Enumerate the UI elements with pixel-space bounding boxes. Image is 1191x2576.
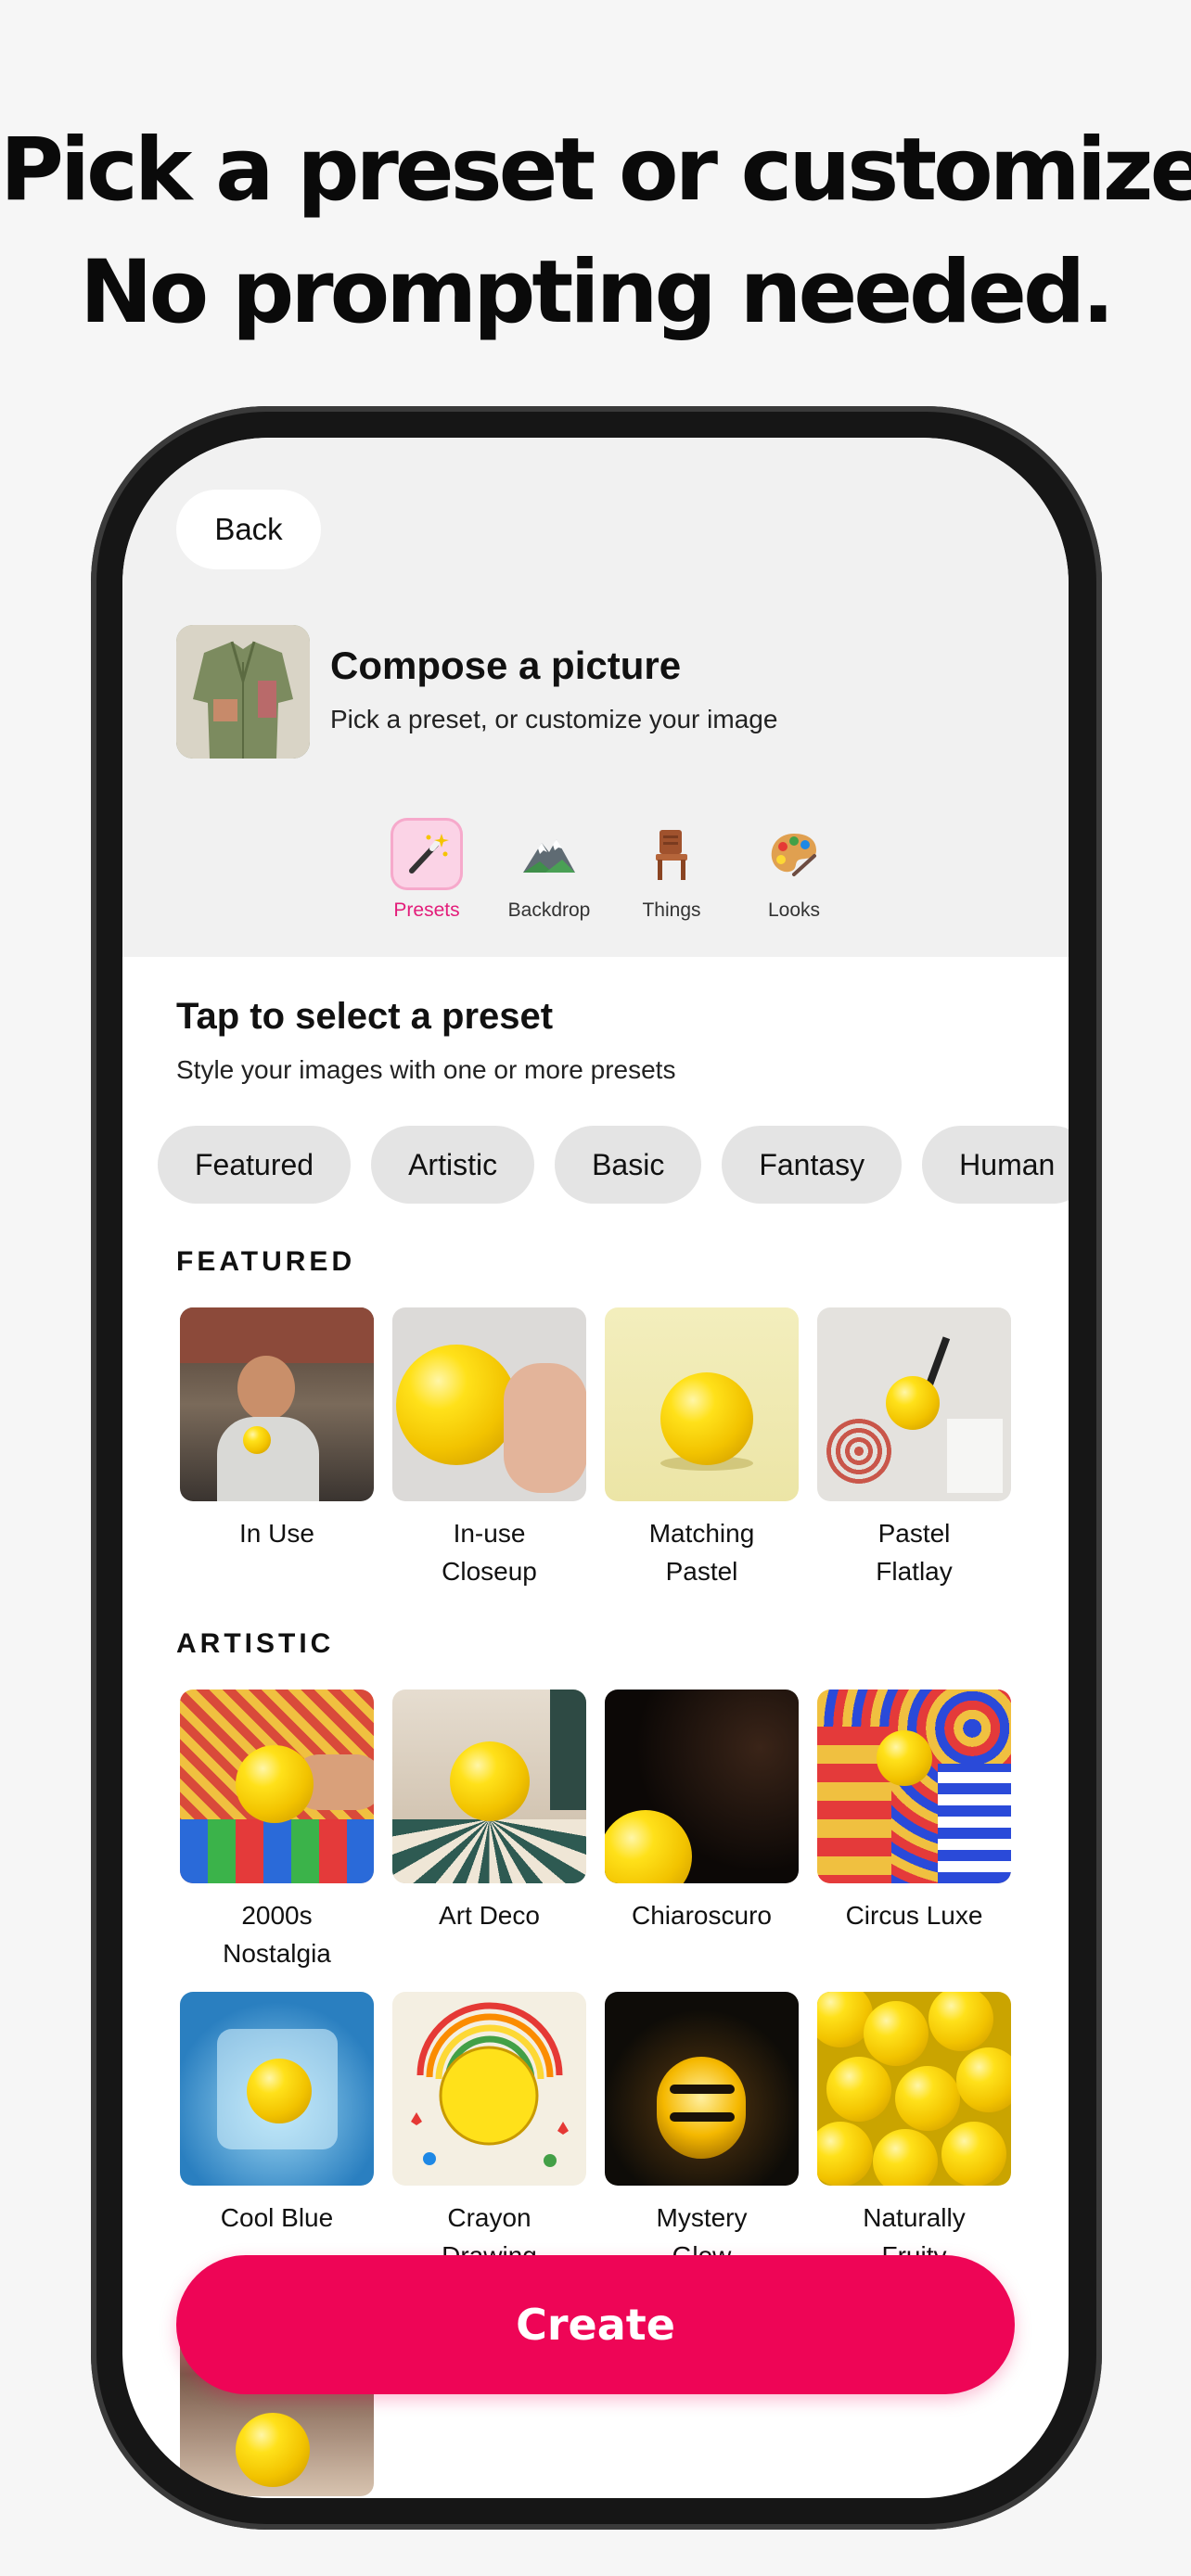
preset-mystery-glow[interactable]: Mystery Glow (605, 1992, 799, 2275)
category-chips: Featured Artistic Basic Fantasy Human (158, 1126, 1069, 1204)
mountain-icon (513, 818, 585, 890)
featured-label: FEATURED (176, 1246, 356, 1277)
preset-thumbnail (605, 1992, 799, 2186)
preset-cool-blue[interactable]: Cool Blue (180, 1992, 374, 2275)
preset-chiaroscuro[interactable]: Chiaroscuro (605, 1690, 799, 1972)
preset-pastel-flatlay[interactable]: Pastel Flatlay (817, 1307, 1011, 1590)
preset-caption: 2000s Nostalgia (223, 1901, 331, 1968)
preset-thumbnail (180, 1690, 374, 1883)
preset-art-deco[interactable]: Art Deco (392, 1690, 586, 1972)
tab-looks-label: Looks (767, 899, 821, 921)
tab-looks[interactable]: Looks (733, 818, 855, 929)
back-button[interactable]: Back (176, 490, 321, 569)
tab-backdrop-label: Backdrop (507, 899, 591, 921)
preset-caption: Circus Luxe (845, 1901, 983, 1930)
section-subtitle: Style your images with one or more prese… (176, 1055, 676, 1084)
headline-line-1: Pick a preset or customize. (0, 120, 1191, 221)
preset-caption: Matching Pastel (648, 1519, 755, 1586)
tab-backdrop[interactable]: Backdrop (488, 818, 610, 929)
app-screen: Back Compose a picture Pick a preset, or… (122, 438, 1069, 2498)
preset-caption: Cool Blue (220, 2203, 334, 2232)
chip-featured[interactable]: Featured (158, 1126, 352, 1204)
preset-caption: Pastel Flatlay (876, 1519, 953, 1586)
palette-icon (758, 818, 830, 890)
featured-grid: In Use In-use Closeup Matching Pastel Pa… (180, 1307, 1011, 1590)
artistic-grid-row-1: 2000s Nostalgia Art Deco Chiaroscuro Cir… (180, 1690, 1011, 1972)
preset-thumbnail (605, 1307, 799, 1501)
preset-caption: In-use Closeup (442, 1519, 537, 1586)
preset-crayon-drawing[interactable]: Crayon Drawing (392, 1992, 586, 2275)
chip-basic[interactable]: Basic (555, 1126, 702, 1204)
preset-caption: Chiaroscuro (632, 1901, 772, 1930)
preset-thumbnail (180, 1992, 374, 2186)
preset-thumbnail (817, 1992, 1011, 2186)
preset-circus-luxe[interactable]: Circus Luxe (817, 1690, 1011, 1972)
magic-wand-icon (391, 818, 463, 890)
product-thumbnail (176, 625, 310, 759)
compose-subtitle: Pick a preset, or customize your image (330, 705, 778, 733)
compose-title: Compose a picture (330, 644, 682, 687)
preset-thumbnail (180, 1307, 374, 1501)
preset-in-use-closeup[interactable]: In-use Closeup (392, 1307, 586, 1590)
tab-presets-label: Presets (393, 899, 460, 921)
preset-thumbnail (817, 1690, 1011, 1883)
preset-thumbnail (605, 1690, 799, 1883)
preset-thumbnail (817, 1307, 1011, 1501)
preset-2000s-nostalgia[interactable]: 2000s Nostalgia (180, 1690, 374, 1972)
artistic-grid-row-2: Cool Blue Crayon Mystery Naturally (180, 1992, 1011, 2275)
preset-in-use[interactable]: In Use (180, 1307, 374, 1590)
section-title: Tap to select a preset (176, 996, 554, 1037)
chip-fantasy[interactable]: Fantasy (722, 1126, 903, 1204)
preset-thumbnail (392, 1307, 586, 1501)
tab-presets[interactable]: Presets (365, 818, 488, 929)
preset-naturally-fruity[interactable]: Naturally Fruity (817, 1992, 1011, 2275)
chip-artistic[interactable]: Artistic (371, 1126, 535, 1204)
preset-caption: In Use (239, 1519, 314, 1548)
create-button[interactable]: Create (176, 2255, 1015, 2394)
preset-thumbnail (392, 1992, 586, 2186)
preset-thumbnail (392, 1690, 586, 1883)
headline-line-2: No prompting needed. (80, 242, 1115, 343)
chip-human[interactable]: Human (922, 1126, 1069, 1204)
tool-tabs: Presets Backdrop Things Looks (365, 818, 855, 929)
preset-caption: Art Deco (439, 1901, 540, 1930)
chair-icon (635, 818, 708, 890)
marketing-headline: Pick a preset or customize. No prompting… (0, 109, 1191, 354)
artistic-label: ARTISTIC (176, 1628, 335, 1659)
header-area: Back Compose a picture Pick a preset, or… (122, 438, 1069, 957)
tab-things[interactable]: Things (610, 818, 733, 929)
preset-matching-pastel[interactable]: Matching Pastel (605, 1307, 799, 1590)
tab-things-label: Things (642, 899, 701, 921)
